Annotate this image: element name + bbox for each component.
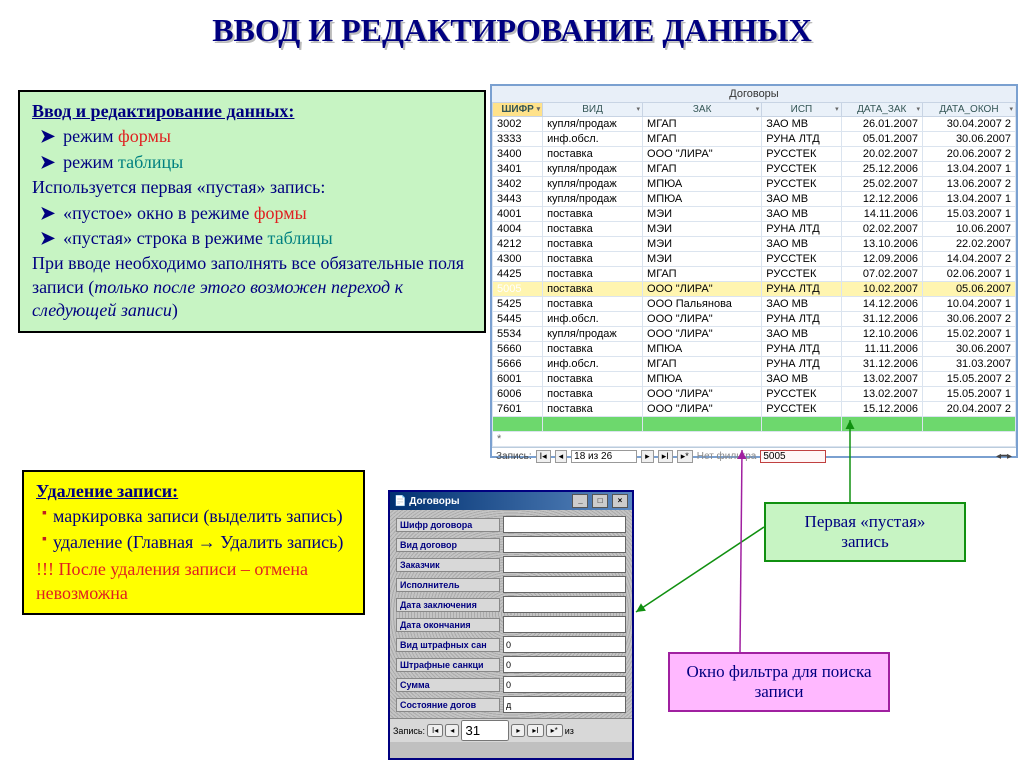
form-field-input[interactable]	[503, 536, 626, 553]
column-header[interactable]: ДАТА_ЗАК▾	[841, 103, 922, 117]
form-row: Дата окончания	[396, 616, 626, 633]
table-row[interactable]: 3401купля/продажМГАПРУССТЕК25.12.200613.…	[493, 162, 1016, 177]
nav-prev-button[interactable]: ◂	[445, 724, 459, 737]
form-row: Вид договор	[396, 536, 626, 553]
chevron-icon: ➤	[40, 202, 55, 225]
table-row[interactable]: 3443купля/продажМПЮАЗАО МВ12.12.200613.0…	[493, 192, 1016, 207]
minimize-icon[interactable]: _	[572, 494, 588, 508]
form-field-input[interactable]	[503, 556, 626, 573]
nav-first-button[interactable]: I◂	[536, 450, 551, 463]
page-title: ВВОД И РЕДАКТИРОВАНИЕ ДАННЫХ	[0, 12, 1024, 49]
column-header[interactable]: ИСП▾	[762, 103, 841, 117]
nav-next-button[interactable]: ▸	[511, 724, 525, 737]
callout-empty-record: Первая «пустая» запись	[764, 502, 966, 562]
form-field-input[interactable]	[503, 516, 626, 533]
form-row: Заказчик	[396, 556, 626, 573]
table-row[interactable]: 5666инф.обсл.МГАПРУНА ЛТД31.12.200631.03…	[493, 357, 1016, 372]
form-field-label: Дата заключения	[396, 598, 500, 612]
form-view: 📄 Договоры _ □ × Шифр договора Вид догово…	[388, 490, 634, 760]
table-row[interactable]: 4001поставкаМЭИЗАО МВ14.11.200615.03.200…	[493, 207, 1016, 222]
form-field-label: Штрафные санкци	[396, 658, 500, 672]
form-field-input[interactable]	[503, 696, 626, 713]
form-field-label: Шифр договора	[396, 518, 500, 532]
info-header: Ввод и редактирование данных:	[32, 100, 472, 123]
callout-filter-window: Окно фильтра для поиска записи	[668, 652, 890, 712]
chevron-icon: ➤	[40, 151, 55, 174]
info-box-input-edit: Ввод и редактирование данных: ➤ режим фо…	[18, 90, 486, 333]
form-row: Штрафные санкци	[396, 656, 626, 673]
hscroll-icon[interactable]: ◂━▸	[996, 451, 1012, 462]
form-field-input[interactable]	[503, 576, 626, 593]
nav-new-button[interactable]: ▸*	[677, 450, 693, 463]
table-row[interactable]: 3002купля/продажМГАПЗАО МВ26.01.200730.0…	[493, 117, 1016, 132]
form-field-label: Дата окончания	[396, 618, 500, 632]
form-field-label: Вид штрафных сан	[396, 638, 500, 652]
table-row[interactable]: 5534купля/продажООО "ЛИРА"ЗАО МВ12.10.20…	[493, 327, 1016, 342]
data-grid[interactable]: ШИФР▾ВИД▾ЗАК▾ИСП▾ДАТА_ЗАК▾ДАТА_ОКОН▾ 300…	[492, 102, 1016, 447]
table-row[interactable]: 7601поставкаООО "ЛИРА"РУССТЕК15.12.20062…	[493, 402, 1016, 417]
search-filter-input[interactable]	[760, 450, 826, 463]
nav-last-button[interactable]: ▸I	[658, 450, 673, 463]
info-box-delete: Удаление записи: ▪ маркировка записи (вы…	[22, 470, 365, 615]
table-row[interactable]: 5660поставкаМПЮАРУНА ЛТД11.11.200630.06.…	[493, 342, 1016, 357]
form-row: Сумма	[396, 676, 626, 693]
column-header[interactable]: ЗАК▾	[643, 103, 762, 117]
form-row: Вид штрафных сан	[396, 636, 626, 653]
form-field-input[interactable]	[503, 636, 626, 653]
table-row[interactable]: 3400поставкаООО "ЛИРА"РУССТЕК20.02.20072…	[493, 147, 1016, 162]
form-field-label: Заказчик	[396, 558, 500, 572]
form-titlebar: 📄 Договоры _ □ ×	[390, 492, 632, 510]
form-field-label: Вид договор	[396, 538, 500, 552]
table-row[interactable]: 6006поставкаООО "ЛИРА"РУССТЕК13.02.20071…	[493, 387, 1016, 402]
datasheet-view: Договоры ШИФР▾ВИД▾ЗАК▾ИСП▾ДАТА_ЗАК▾ДАТА_…	[490, 84, 1018, 458]
table-row[interactable]: 4004поставкаМЭИРУНА ЛТД02.02.200710.06.2…	[493, 222, 1016, 237]
record-navigator[interactable]: Запись: I◂ ◂ ▸ ▸I ▸* Нет фильтра ◂━▸	[492, 447, 1016, 465]
table-row[interactable]: 4212поставкаМЭИЗАО МВ13.10.200622.02.200…	[493, 237, 1016, 252]
form-field-label: Состояние догов	[396, 698, 500, 712]
nav-position-input[interactable]	[461, 720, 509, 741]
nav-first-button[interactable]: I◂	[427, 724, 443, 737]
form-field-input[interactable]	[503, 596, 626, 613]
nav-prev-button[interactable]: ◂	[555, 450, 568, 463]
form-row: Шифр договора	[396, 516, 626, 533]
table-row[interactable]: 5005поставкаООО "ЛИРА"РУНА ЛТД10.02.2007…	[493, 282, 1016, 297]
form-field-input[interactable]	[503, 656, 626, 673]
square-bullet-icon: ▪	[42, 531, 47, 549]
square-bullet-icon: ▪	[42, 505, 47, 523]
chevron-icon: ➤	[40, 125, 55, 148]
table-row[interactable]: 5425поставкаООО ПальяноваЗАО МВ14.12.200…	[493, 297, 1016, 312]
form-field-input[interactable]	[503, 616, 626, 633]
column-header[interactable]: ВИД▾	[543, 103, 643, 117]
chevron-icon: ➤	[40, 227, 55, 250]
table-row[interactable]: 3333инф.обсл.МГАПРУНА ЛТД05.01.200730.06…	[493, 132, 1016, 147]
close-icon[interactable]: ×	[612, 494, 628, 508]
nav-position-input[interactable]	[571, 450, 637, 463]
form-field-input[interactable]	[503, 676, 626, 693]
info-header: Удаление записи:	[36, 480, 351, 503]
form-row: Состояние догов	[396, 696, 626, 713]
new-record-marker: *	[493, 432, 1016, 447]
table-row[interactable]: 3402купля/продажМПЮАРУССТЕК25.02.200713.…	[493, 177, 1016, 192]
nav-last-button[interactable]: ▸I	[527, 724, 543, 737]
nav-new-button[interactable]: ▸*	[546, 724, 563, 737]
column-header[interactable]: ДАТА_ОКОН▾	[922, 103, 1015, 117]
table-row[interactable]: 5445инф.обсл.ООО "ЛИРА"РУНА ЛТД31.12.200…	[493, 312, 1016, 327]
form-row: Дата заключения	[396, 596, 626, 613]
table-row[interactable]: 6001поставкаМПЮАЗАО МВ13.02.200715.05.20…	[493, 372, 1016, 387]
new-record-row[interactable]	[493, 417, 1016, 432]
form-field-label: Сумма	[396, 678, 500, 692]
nav-next-button[interactable]: ▸	[641, 450, 654, 463]
table-row[interactable]: 4425поставкаМГАПРУССТЕК07.02.200702.06.2…	[493, 267, 1016, 282]
datasheet-title: Договоры	[492, 86, 1016, 102]
form-row: Исполнитель	[396, 576, 626, 593]
form-record-navigator[interactable]: Запись: I◂ ◂ ▸ ▸I ▸* из	[390, 718, 632, 742]
maximize-icon[interactable]: □	[592, 494, 608, 508]
form-field-label: Исполнитель	[396, 578, 500, 592]
table-row[interactable]: 4300поставкаМЭИРУССТЕК12.09.200614.04.20…	[493, 252, 1016, 267]
filter-state-label: Нет фильтра	[697, 451, 757, 462]
column-header[interactable]: ШИФР▾	[493, 103, 543, 117]
